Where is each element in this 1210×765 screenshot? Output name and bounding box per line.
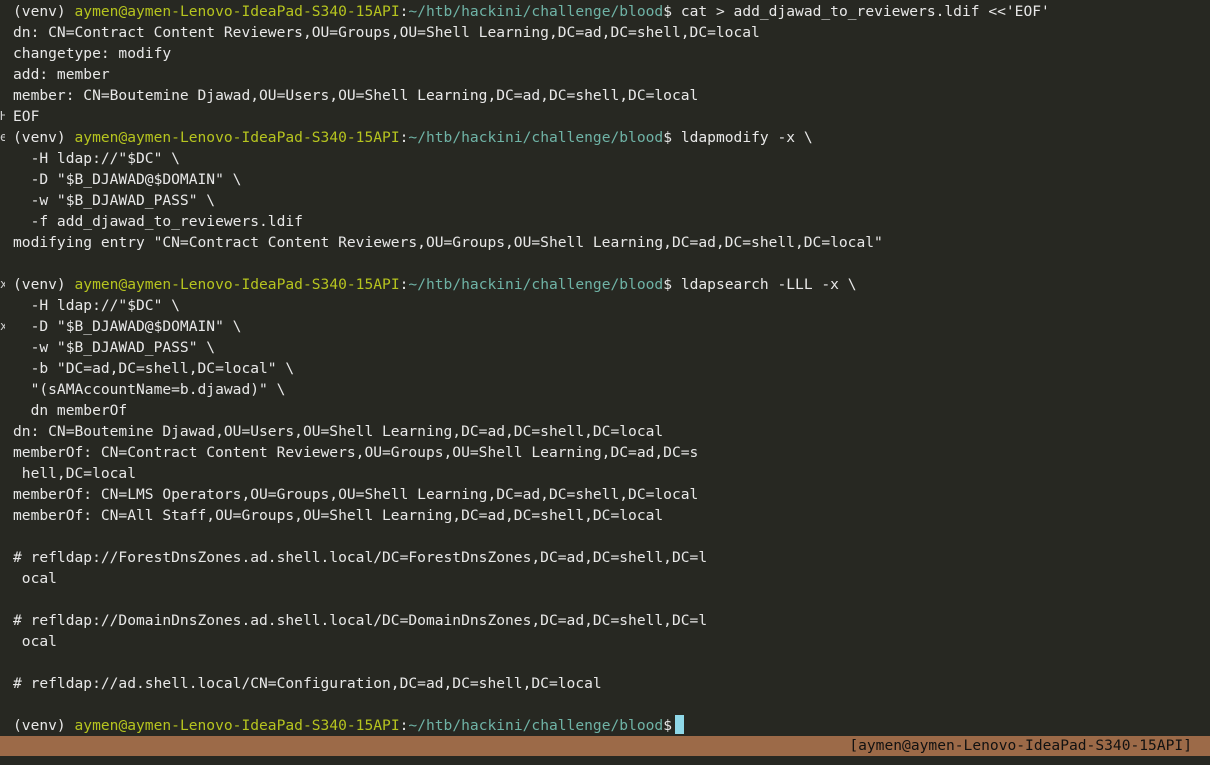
output-line: -f add_djawad_to_reviewers.ldif xyxy=(13,213,303,230)
venv-indicator: (venv) xyxy=(13,276,66,293)
left-pane-edge: H e x x xyxy=(0,0,5,735)
output-line: -w "$B_DJAWAD_PASS" \ xyxy=(13,192,216,209)
gutter-char: x xyxy=(0,319,5,333)
output-line: dn memberOf xyxy=(13,402,128,419)
output-line: -b "DC=ad,DC=shell,DC=local" \ xyxy=(13,360,295,377)
terminal-window[interactable]: H e x x (venv) aymen@aymen-Lenovo-IdeaPa… xyxy=(0,0,1210,735)
user-host: aymen@aymen-Lenovo-IdeaPad-S340-15API xyxy=(74,276,400,293)
prompt-line: (venv) aymen@aymen-Lenovo-IdeaPad-S340-1… xyxy=(13,274,1203,295)
prompt-symbol: $ xyxy=(663,129,673,146)
output-line: ocal xyxy=(13,633,57,650)
user-host: aymen@aymen-Lenovo-IdeaPad-S340-15API xyxy=(74,129,400,146)
user-host: aymen@aymen-Lenovo-IdeaPad-S340-15API xyxy=(74,3,400,20)
gutter-char: H xyxy=(0,109,5,123)
output-line: dn: CN=Contract Content Reviewers,OU=Gro… xyxy=(13,24,760,41)
output-line: hell,DC=local xyxy=(13,465,137,482)
active-prompt-line[interactable]: (venv) aymen@aymen-Lenovo-IdeaPad-S340-1… xyxy=(13,715,1203,735)
working-directory: ~/htb/hackini/challenge/blood xyxy=(408,3,664,20)
output-line: memberOf: CN=Contract Content Reviewers,… xyxy=(13,444,699,461)
prompt-symbol: $ xyxy=(663,3,673,20)
text-cursor xyxy=(675,715,685,734)
output-line: add: member xyxy=(13,66,110,83)
gutter-char: e xyxy=(0,130,5,144)
output-line: modifying entry "CN=Contract Content Rev… xyxy=(13,234,883,251)
command-text: cat > add_djawad_to_reviewers.ldif <<'EO… xyxy=(680,3,1050,20)
output-line: "(sAMAccountName=b.djawad)" \ xyxy=(13,381,286,398)
user-host: aymen@aymen-Lenovo-IdeaPad-S340-15API xyxy=(74,717,400,734)
output-line: EOF xyxy=(13,108,40,125)
venv-indicator: (venv) xyxy=(13,717,66,734)
output-line: # refldap://DomainDnsZones.ad.shell.loca… xyxy=(13,612,708,629)
output-line: # refldap://ForestDnsZones.ad.shell.loca… xyxy=(13,549,708,566)
output-line: -w "$B_DJAWAD_PASS" \ xyxy=(13,339,216,356)
output-line: member: CN=Boutemine Djawad,OU=Users,OU=… xyxy=(13,87,699,104)
output-line: -H ldap://"$DC" \ xyxy=(13,150,180,167)
working-directory: ~/htb/hackini/challenge/blood xyxy=(408,129,664,146)
terminal-output: (venv) aymen@aymen-Lenovo-IdeaPad-S340-1… xyxy=(13,1,1203,735)
gutter-char: x xyxy=(0,277,5,291)
working-directory: ~/htb/hackini/challenge/blood xyxy=(408,717,664,734)
output-line: memberOf: CN=All Staff,OU=Groups,OU=Shel… xyxy=(13,507,664,524)
tmux-status-bar: [aymen@aymen-Lenovo-IdeaPad-S340-15API] xyxy=(0,736,1210,756)
output-line: # refldap://ad.shell.local/CN=Configurat… xyxy=(13,675,602,692)
output-line: memberOf: CN=LMS Operators,OU=Groups,OU=… xyxy=(13,486,699,503)
working-directory: ~/htb/hackini/challenge/blood xyxy=(408,276,664,293)
prompt-line: (venv) aymen@aymen-Lenovo-IdeaPad-S340-1… xyxy=(13,1,1203,22)
venv-indicator: (venv) xyxy=(13,3,66,20)
output-line: ocal xyxy=(13,570,57,587)
output-line: -H ldap://"$DC" \ xyxy=(13,297,180,314)
command-text: ldapmodify -x \ xyxy=(680,129,813,146)
venv-indicator: (venv) xyxy=(13,129,66,146)
output-line: -D "$B_DJAWAD@$DOMAIN" \ xyxy=(13,171,242,188)
command-text: ldapsearch -LLL -x \ xyxy=(680,276,857,293)
session-host-label: [aymen@aymen-Lenovo-IdeaPad-S340-15API] xyxy=(849,737,1192,754)
output-line: dn: CN=Boutemine Djawad,OU=Users,OU=Shel… xyxy=(13,423,664,440)
prompt-symbol: $ xyxy=(663,717,673,734)
output-line: -D "$B_DJAWAD@$DOMAIN" \ xyxy=(13,318,242,335)
output-line: changetype: modify xyxy=(13,45,172,62)
prompt-symbol: $ xyxy=(663,276,673,293)
prompt-line: (venv) aymen@aymen-Lenovo-IdeaPad-S340-1… xyxy=(13,127,1203,148)
